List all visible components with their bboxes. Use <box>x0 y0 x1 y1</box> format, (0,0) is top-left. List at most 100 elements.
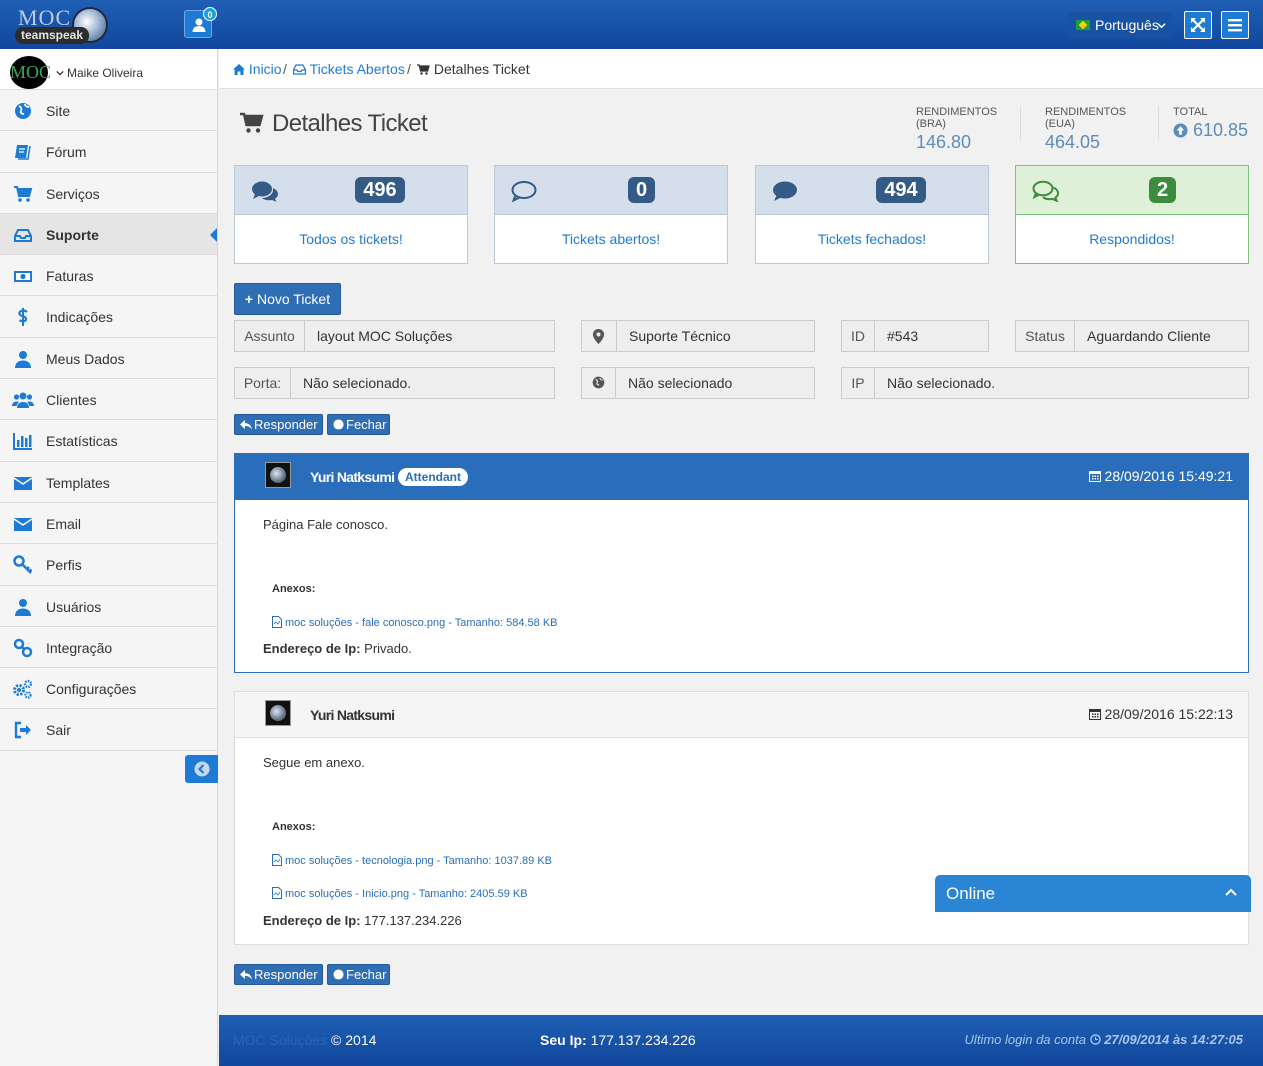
breadcrumb-separator: / <box>407 61 411 77</box>
sidebar-item-faturas[interactable]: Faturas <box>0 255 217 297</box>
page-title: Detalhes Ticket <box>240 110 428 138</box>
brand-logo[interactable]: MOC teamspeak <box>12 4 110 46</box>
breadcrumb-current-label: Detalhes Ticket <box>433 61 530 77</box>
sidebar-item-integracao[interactable]: Integração <box>0 627 217 669</box>
breadcrumb-separator: / <box>283 61 287 77</box>
sidebar-item-templates[interactable]: Templates <box>0 462 217 503</box>
breadcrumb-tickets-link[interactable]: Tickets Abertos <box>310 61 405 77</box>
menu-button[interactable] <box>1221 11 1249 39</box>
footer-ip: Seu Ip: 177.137.234.226 <box>540 1032 696 1048</box>
sidebar-item-sair[interactable]: Sair <box>0 709 217 751</box>
counter-link[interactable]: Respondidos! <box>1016 215 1248 263</box>
sidebar-item-label: Indicações <box>46 309 113 326</box>
user-icon <box>15 350 31 368</box>
sidebar-item-label: Meus Dados <box>46 350 125 367</box>
sidebar-item-site[interactable]: Site <box>0 90 217 132</box>
counter-answered-tickets[interactable]: 2 Respondidos! <box>1015 165 1249 264</box>
ticket-server-field: Não selecionado <box>581 367 815 399</box>
author-avatar <box>265 700 291 726</box>
attachment-link[interactable]: moc soluções - fale conosco.png - Tamanh… <box>272 616 558 629</box>
language-selector[interactable]: Português <box>1068 12 1172 38</box>
sidebar-item-label: Sair <box>46 722 71 739</box>
sidebar-item-perfis[interactable]: Perfis <box>0 544 217 586</box>
footer-ip-value: 177.137.234.226 <box>590 1032 696 1048</box>
stat-total-value: 610.85 <box>1193 120 1249 140</box>
user-notifications-button[interactable]: 0 <box>184 7 217 38</box>
close-ticket-button[interactable]: Fechar <box>327 964 390 985</box>
close-label: Fechar <box>346 967 387 982</box>
envelope-icon <box>13 517 33 531</box>
reply-button[interactable]: Responder <box>234 964 323 985</box>
arrow-circle-left-icon <box>194 761 210 777</box>
fullscreen-button[interactable] <box>1184 11 1212 39</box>
counter-link[interactable]: Tickets fechados! <box>756 215 988 263</box>
notifications-badge: 0 <box>203 7 217 21</box>
expand-icon <box>1191 18 1205 32</box>
online-chat-widget[interactable]: Online <box>935 875 1251 912</box>
message-author: Yuri Natksumi <box>310 469 395 485</box>
footer-brand[interactable]: MOC Soluções <box>233 1032 327 1048</box>
reply-button[interactable]: Responder <box>234 414 323 435</box>
sidebar-item-meus-dados[interactable]: Meus Dados <box>0 338 217 380</box>
ip-value: 177.137.234.226 <box>364 913 462 928</box>
page-title-text: Detalhes Ticket <box>272 110 428 137</box>
counter-all-tickets[interactable]: 496 Todos os tickets! <box>234 165 468 264</box>
ticket-status-field: Status Aguardando Cliente <box>1015 320 1249 352</box>
attachments-label: Anexos: <box>272 821 316 833</box>
sidebar-item-indicacoes[interactable]: Indicações <box>0 296 217 338</box>
hamburger-icon <box>1228 19 1242 32</box>
sidebar-item-label: Usuários <box>46 598 102 615</box>
ticket-subject-field: Assunto layout MOC Soluções <box>234 320 555 352</box>
sidebar-item-label: Site <box>46 103 71 119</box>
counter-closed-tickets[interactable]: 494 Tickets fechados! <box>755 165 989 264</box>
envelope-icon <box>13 476 33 490</box>
sidebar-item-email[interactable]: Email <box>0 503 217 545</box>
attachment-name: moc soluções - Inicio.png - Tamanho: 240… <box>285 888 528 900</box>
sidebar-item-estatisticas[interactable]: Estatísticas <box>0 420 217 462</box>
attachment-link[interactable]: moc soluções - Inicio.png - Tamanho: 240… <box>272 887 528 900</box>
message-header: Yuri Natksumi 28/09/2016 15:22:13 <box>235 692 1248 738</box>
sidebar-item-label: Faturas <box>46 268 94 285</box>
status-value: Aguardando Cliente <box>1075 321 1248 351</box>
stat-label: Rendimentos (BRA) <box>916 106 998 130</box>
sidebar-item-forum[interactable]: Fórum <box>0 131 217 173</box>
online-label: Online <box>946 884 996 903</box>
sidebar-item-label: Serviços <box>46 185 100 202</box>
counter-link[interactable]: Todos os tickets! <box>235 215 467 263</box>
stat-rendimentos-bra: Rendimentos (BRA) 146.80 <box>916 106 1021 152</box>
sidebar: MOC Maike Oliveira Site Fórum Serviços S… <box>0 49 218 1066</box>
cart-icon <box>240 112 264 133</box>
file-icon <box>272 887 282 899</box>
breadcrumb-home-link[interactable]: Inicio <box>249 61 282 77</box>
home-icon <box>233 64 245 75</box>
footer-ip-label: Seu Ip: <box>540 1032 587 1048</box>
map-marker-addon <box>582 321 617 351</box>
breadcrumb-home[interactable]: Inicio <box>233 49 282 89</box>
attachment-link[interactable]: moc soluções - tecnologia.png - Tamanho:… <box>272 854 552 867</box>
sidebar-item-servicos[interactable]: Serviços <box>0 173 217 214</box>
message-date-value: 28/09/2016 15:49:21 <box>1104 468 1233 484</box>
server-value: Não selecionado <box>616 368 814 398</box>
close-ticket-button[interactable]: Fechar <box>327 414 390 435</box>
sidebar-item-label: Suporte <box>46 226 99 243</box>
sidebar-item-clientes[interactable]: Clientes <box>0 379 217 421</box>
sidebar-item-usuarios[interactable]: Usuários <box>0 586 217 627</box>
copyright-text: © 2014 <box>331 1032 377 1048</box>
sidebar-item-configuracoes[interactable]: Configurações <box>0 668 217 710</box>
sidebar-item-suporte[interactable]: Suporte <box>0 213 217 256</box>
sidebar-collapse-button[interactable] <box>185 755 218 783</box>
sidebar-user[interactable]: MOC Maike Oliveira <box>0 49 217 90</box>
ticket-ip-field: IP Não selecionado. <box>841 367 1249 399</box>
status-label: Status <box>1016 321 1075 351</box>
stat-value: 146.80 <box>916 132 972 152</box>
sidebar-item-label: Templates <box>46 474 110 491</box>
key-icon <box>13 555 33 575</box>
globe-addon <box>582 368 616 398</box>
new-ticket-button[interactable]: + Novo Ticket <box>234 283 341 315</box>
counter-open-tickets[interactable]: 0 Tickets abertos! <box>494 165 728 264</box>
counter-link[interactable]: Tickets abertos! <box>495 215 727 263</box>
breadcrumb-tickets[interactable]: Tickets Abertos <box>293 49 405 89</box>
counter-header: 0 <box>495 166 727 215</box>
ticket-department-field: Suporte Técnico <box>581 320 815 352</box>
circle-icon <box>333 419 344 430</box>
